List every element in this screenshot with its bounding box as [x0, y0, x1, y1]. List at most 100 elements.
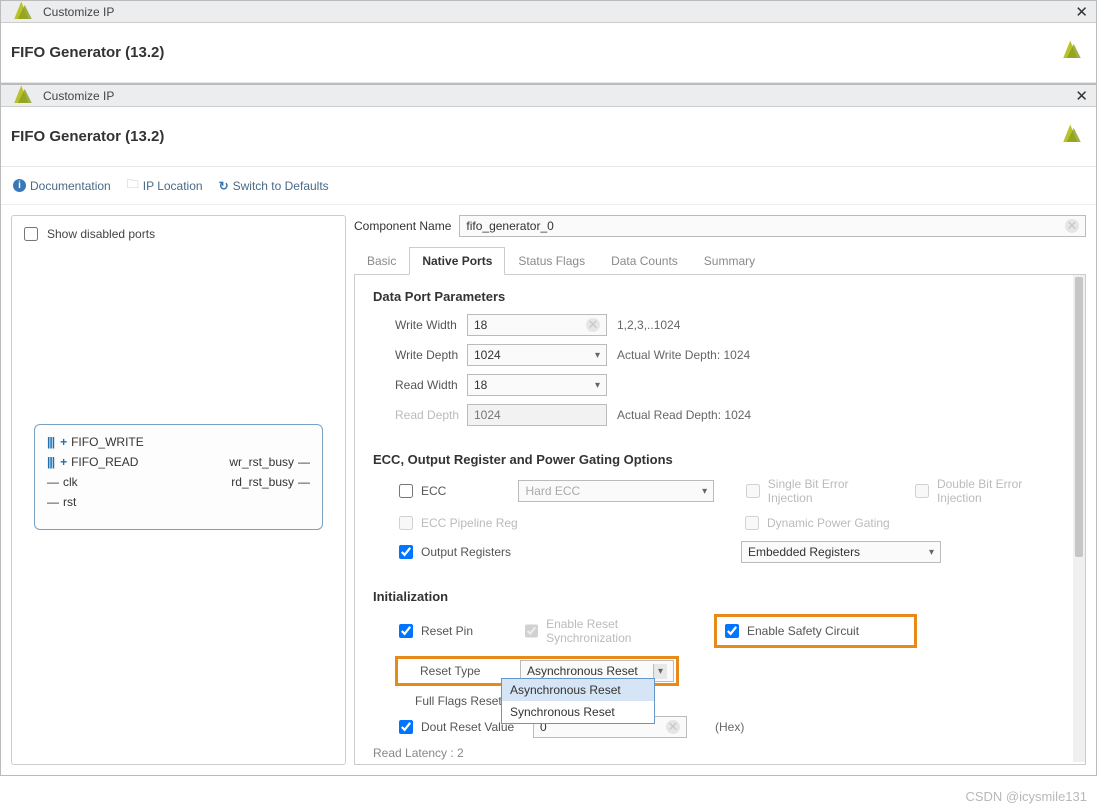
enable-safety-label: Enable Safety Circuit	[747, 624, 859, 638]
switch-defaults-label: Switch to Defaults	[233, 179, 329, 193]
documentation-link[interactable]: i Documentation	[13, 179, 111, 193]
panel-scrollbar[interactable]	[1073, 275, 1085, 762]
clear-icon[interactable]: ✕	[586, 318, 600, 332]
ecc-label: ECC	[421, 484, 446, 498]
dout-reset-checkbox[interactable]	[399, 720, 413, 734]
scrollbar-thumb[interactable]	[1075, 277, 1083, 557]
reset-type-label: Reset Type	[400, 664, 520, 678]
inner-window-title: Customize IP	[43, 89, 114, 103]
output-registers-label: Output Registers	[421, 545, 511, 559]
show-disabled-ports-label: Show disabled ports	[47, 227, 155, 241]
ecc-pipeline-checkbox	[399, 516, 413, 530]
xilinx-icon	[9, 0, 37, 26]
outer-window: Customize IP ✕ FIFO Generator (13.2)	[0, 0, 1097, 84]
port-rst: —rst	[47, 495, 229, 509]
reset-type-dropdown[interactable]: Asynchronous Reset Synchronous Reset	[501, 678, 655, 724]
outer-app-title-bar: FIFO Generator (13.2)	[1, 23, 1096, 83]
outer-title-bar: Customize IP ✕	[1, 1, 1096, 23]
watermark: CSDN @icysmile131	[965, 789, 1087, 804]
clear-icon[interactable]: ✕	[1065, 219, 1079, 233]
ecc-checkbox[interactable]	[399, 484, 413, 498]
outer-close-icon[interactable]: ✕	[1075, 3, 1088, 21]
folder-icon: 🗀	[127, 175, 139, 196]
output-registers-checkbox[interactable]	[399, 545, 413, 559]
reset-pin-label: Reset Pin	[421, 624, 473, 638]
clear-icon[interactable]: ✕	[666, 720, 680, 734]
chevron-down-icon: ▾	[595, 380, 600, 391]
section-ecc-title: ECC, Output Register and Power Gating Op…	[373, 452, 1067, 467]
write-width-label: Write Width	[395, 318, 467, 332]
native-ports-panel: Data Port Parameters Write Width 18✕ 1,2…	[354, 275, 1086, 765]
enable-safety-checkbox[interactable]	[725, 624, 739, 638]
dropdown-item-async[interactable]: Asynchronous Reset	[502, 679, 654, 701]
enable-reset-sync-checkbox	[525, 624, 538, 638]
sbe-checkbox	[746, 484, 760, 498]
reset-pin-checkbox[interactable]	[399, 624, 413, 638]
chevron-down-icon: ▾	[653, 664, 667, 679]
ip-location-link[interactable]: 🗀 IP Location	[127, 175, 203, 196]
write-depth-label: Write Depth	[395, 348, 467, 362]
block-diagram: |||+FIFO_WRITE |||+FIFO_READ —clk —rst w…	[34, 424, 323, 530]
tab-native-ports[interactable]: Native Ports	[409, 247, 505, 275]
write-depth-hint: Actual Write Depth: 1024	[617, 348, 750, 362]
highlight-safety: Enable Safety Circuit	[714, 614, 917, 648]
output-registers-select[interactable]: Embedded Registers▾	[741, 541, 941, 563]
section-init-title: Initialization	[373, 589, 1067, 604]
component-name-value: fifo_generator_0	[466, 219, 553, 233]
read-width-select[interactable]: 18▾	[467, 374, 607, 396]
tabs: Basic Native Ports Status Flags Data Cou…	[354, 247, 1086, 275]
inner-title-bar: Customize IP ✕	[1, 85, 1096, 107]
component-name-input[interactable]: fifo_generator_0 ✕	[459, 215, 1086, 237]
ecc-pipeline-label: ECC Pipeline Reg	[421, 516, 518, 530]
tab-summary[interactable]: Summary	[691, 247, 768, 274]
app-name: FIFO Generator (13.2)	[11, 128, 164, 145]
component-name-label: Component Name	[354, 219, 451, 233]
chevron-down-icon: ▾	[595, 350, 600, 361]
main-pane: Component Name fifo_generator_0 ✕ Basic …	[354, 215, 1086, 765]
xilinx-icon	[9, 82, 37, 110]
dbe-label: Double Bit Error Injection	[937, 477, 1067, 505]
read-depth-input: 1024	[467, 404, 607, 426]
refresh-icon: ↻	[219, 179, 229, 193]
xilinx-logo-icon	[1058, 37, 1086, 65]
dynamic-power-checkbox	[745, 516, 759, 530]
read-depth-label: Read Depth	[395, 408, 467, 422]
port-empty	[229, 435, 310, 449]
hex-label: (Hex)	[715, 720, 744, 734]
documentation-label: Documentation	[30, 179, 111, 193]
port-wr-rst-busy: wr_rst_busy—	[229, 455, 310, 469]
write-width-hint: 1,2,3,..1024	[617, 318, 680, 332]
dynamic-power-label: Dynamic Power Gating	[767, 516, 890, 530]
inner-close-icon[interactable]: ✕	[1075, 87, 1088, 105]
read-depth-hint: Actual Read Depth: 1024	[617, 408, 751, 422]
app-title-bar: FIFO Generator (13.2)	[1, 107, 1096, 167]
tab-status-flags[interactable]: Status Flags	[505, 247, 598, 274]
switch-defaults-link[interactable]: ↻ Switch to Defaults	[219, 179, 329, 193]
xilinx-logo-icon	[1058, 121, 1086, 149]
port-fifo-write: |||+FIFO_WRITE	[47, 435, 229, 449]
section-data-port-title: Data Port Parameters	[373, 289, 1067, 304]
tab-basic[interactable]: Basic	[354, 247, 409, 274]
toolbar: i Documentation 🗀 IP Location ↻ Switch t…	[1, 167, 1096, 205]
inner-window: Customize IP ✕ FIFO Generator (13.2) i D…	[0, 84, 1097, 776]
left-pane: Show disabled ports |||+FIFO_WRITE |||+F…	[11, 215, 346, 765]
ip-location-label: IP Location	[143, 179, 203, 193]
show-disabled-ports-checkbox[interactable]	[24, 227, 38, 241]
outer-window-title: Customize IP	[43, 5, 114, 19]
port-fifo-read: |||+FIFO_READ	[47, 455, 229, 469]
tab-data-counts[interactable]: Data Counts	[598, 247, 691, 274]
port-rd-rst-busy: rd_rst_busy—	[229, 475, 310, 489]
chevron-down-icon: ▾	[702, 486, 707, 497]
enable-reset-sync-label: Enable Reset Synchronization	[546, 617, 696, 645]
outer-app-name: FIFO Generator (13.2)	[11, 44, 164, 61]
write-depth-select[interactable]: 1024▾	[467, 344, 607, 366]
dbe-checkbox	[915, 484, 929, 498]
ecc-type-select: Hard ECC▾	[518, 480, 714, 502]
read-width-label: Read Width	[395, 378, 467, 392]
dropdown-item-sync[interactable]: Synchronous Reset	[502, 701, 654, 723]
port-clk: —clk	[47, 475, 229, 489]
chevron-down-icon: ▾	[929, 547, 934, 558]
info-icon: i	[13, 179, 26, 192]
sbe-label: Single Bit Error Injection	[768, 477, 894, 505]
write-width-input[interactable]: 18✕	[467, 314, 607, 336]
